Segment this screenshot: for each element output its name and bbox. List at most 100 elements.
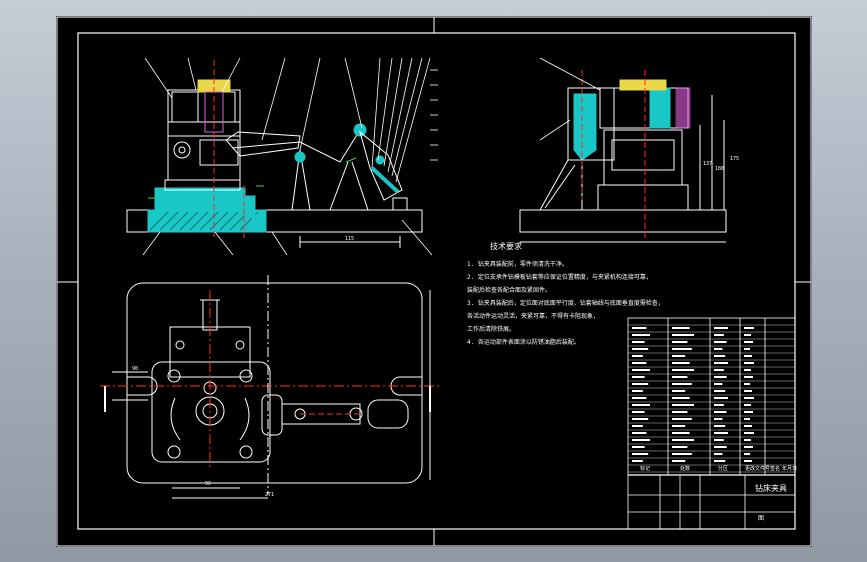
- parts-entry-mark: [744, 404, 751, 406]
- parts-entry-mark: [714, 390, 726, 392]
- parts-entry-mark: [672, 383, 692, 385]
- tech-req-line: 2. 定位支承件钻模板钻套等应保证位置精度，与夹紧机构连接可靠，: [467, 273, 652, 281]
- parts-entry-mark: [632, 390, 643, 392]
- parts-entry-mark: [714, 397, 728, 399]
- parts-entry-mark: [744, 446, 753, 448]
- parts-entry-mark: [632, 404, 650, 406]
- parts-entry-mark: [714, 453, 723, 455]
- parts-entry-mark: [672, 446, 688, 448]
- title-block-label: 更改文件号: [745, 465, 770, 472]
- parts-entry-mark: [632, 327, 647, 329]
- parts-entry-mark: [672, 397, 690, 399]
- tech-req-line: 4. 各运动部件表面涂以防锈油脂后装配。: [467, 338, 580, 346]
- parts-entry-mark: [632, 439, 650, 441]
- title-block-label: 年月日: [782, 465, 797, 472]
- tech-req-line: 工作后清除铁屑。: [467, 325, 515, 333]
- parts-entry-mark: [744, 334, 751, 336]
- parts-entry-mark: [672, 390, 686, 392]
- parts-entry-mark: [744, 355, 752, 357]
- parts-entry-mark: [672, 425, 686, 427]
- parts-entry-mark: [714, 383, 723, 385]
- parts-entry-mark: [714, 369, 724, 371]
- parts-entry-mark: [714, 439, 724, 441]
- parts-entry-mark: [744, 439, 751, 441]
- parts-entry-mark: [714, 355, 726, 357]
- sheet-background: [56, 16, 812, 547]
- parts-entry-mark: [714, 327, 728, 329]
- drawing-title: 钻床夹具: [755, 483, 787, 493]
- dimension-text: 90: [132, 366, 138, 372]
- parts-entry-mark: [714, 362, 728, 364]
- parts-entry-mark: [714, 460, 726, 462]
- drawing-sheet[interactable]: 技术要求 1. 钻夹具装配前，零件须清洗干净。 2. 定位支承件钻模板钻套等应保…: [0, 0, 867, 562]
- parts-entry-mark: [632, 355, 643, 357]
- parts-entry-mark: [672, 404, 694, 406]
- parts-entry-mark: [714, 446, 727, 448]
- title-block-label: 标记: [640, 465, 650, 472]
- parts-entry-mark: [744, 425, 752, 427]
- parts-entry-mark: [714, 376, 727, 378]
- parts-entry-mark: [632, 348, 649, 350]
- parts-entry-mark: [672, 439, 694, 441]
- parts-entry-mark: [714, 341, 727, 343]
- dimension-text: 96: [205, 481, 211, 487]
- parts-entry-mark: [714, 411, 727, 413]
- parts-entry-mark: [632, 425, 643, 427]
- parts-entry-mark: [632, 341, 645, 343]
- parts-entry-mark: [672, 411, 688, 413]
- parts-entry-mark: [672, 348, 692, 350]
- parts-entry-mark: [744, 411, 753, 413]
- tech-req-line: 3. 钻夹具装配后，定位面对底面平行度、钻套轴线与底面垂直度需检查，: [467, 299, 664, 307]
- dimension-text: 115: [345, 236, 354, 242]
- parts-entry-mark: [672, 432, 690, 434]
- title-block-label: 分区: [718, 465, 728, 472]
- parts-entry-mark: [632, 369, 650, 371]
- parts-entry-mark: [632, 334, 650, 336]
- tech-req-title: 技术要求: [490, 241, 522, 251]
- dimension-text: 271: [265, 492, 274, 498]
- parts-entry-mark: [672, 334, 694, 336]
- parts-entry-mark: [744, 397, 754, 399]
- dimension-text: 180: [715, 166, 724, 172]
- parts-entry-mark: [714, 425, 726, 427]
- cad-viewer: 技术要求 1. 钻夹具装配前，零件须清洗干净。 2. 定位支承件钻模板钻套等应保…: [0, 0, 867, 562]
- parts-entry-mark: [714, 348, 723, 350]
- parts-entry-mark: [672, 327, 690, 329]
- parts-entry-mark: [744, 369, 751, 371]
- sheet-number: 图: [758, 515, 764, 522]
- parts-entry-mark: [744, 432, 754, 434]
- title-block-label: 处数: [680, 465, 690, 472]
- parts-entry-mark: [672, 376, 688, 378]
- parts-entry-mark: [632, 446, 645, 448]
- parts-entry-mark: [672, 355, 686, 357]
- parts-entry-mark: [632, 411, 645, 413]
- parts-entry-mark: [672, 362, 690, 364]
- parts-entry-mark: [632, 383, 649, 385]
- parts-entry-mark: [744, 453, 750, 455]
- parts-entry-mark: [744, 418, 750, 420]
- tech-req-line: 各活动件运动灵活，夹紧可靠，不得有卡阻现象，: [467, 312, 599, 320]
- parts-entry-mark: [632, 397, 647, 399]
- parts-entry-mark: [714, 404, 724, 406]
- parts-entry-mark: [632, 362, 647, 364]
- parts-entry-mark: [744, 383, 750, 385]
- parts-entry-mark: [672, 453, 692, 455]
- parts-entry-mark: [744, 341, 753, 343]
- parts-entry-mark: [744, 390, 752, 392]
- parts-entry-mark: [714, 432, 728, 434]
- parts-entry-mark: [632, 453, 649, 455]
- dimension-text: 175: [730, 156, 739, 162]
- parts-entry-mark: [672, 460, 686, 462]
- parts-entry-mark: [672, 369, 694, 371]
- parts-entry-mark: [672, 418, 692, 420]
- parts-entry-mark: [744, 376, 753, 378]
- parts-entry-mark: [714, 334, 724, 336]
- title-block-label: 签名: [770, 465, 780, 472]
- parts-entry-mark: [714, 418, 723, 420]
- parts-entry-mark: [672, 341, 688, 343]
- parts-entry-mark: [744, 348, 750, 350]
- parts-entry-mark: [744, 327, 754, 329]
- tech-req-line: 装配后检查各配合面及紧固件。: [467, 286, 551, 294]
- parts-entry-mark: [632, 376, 645, 378]
- parts-entry-mark: [744, 460, 752, 462]
